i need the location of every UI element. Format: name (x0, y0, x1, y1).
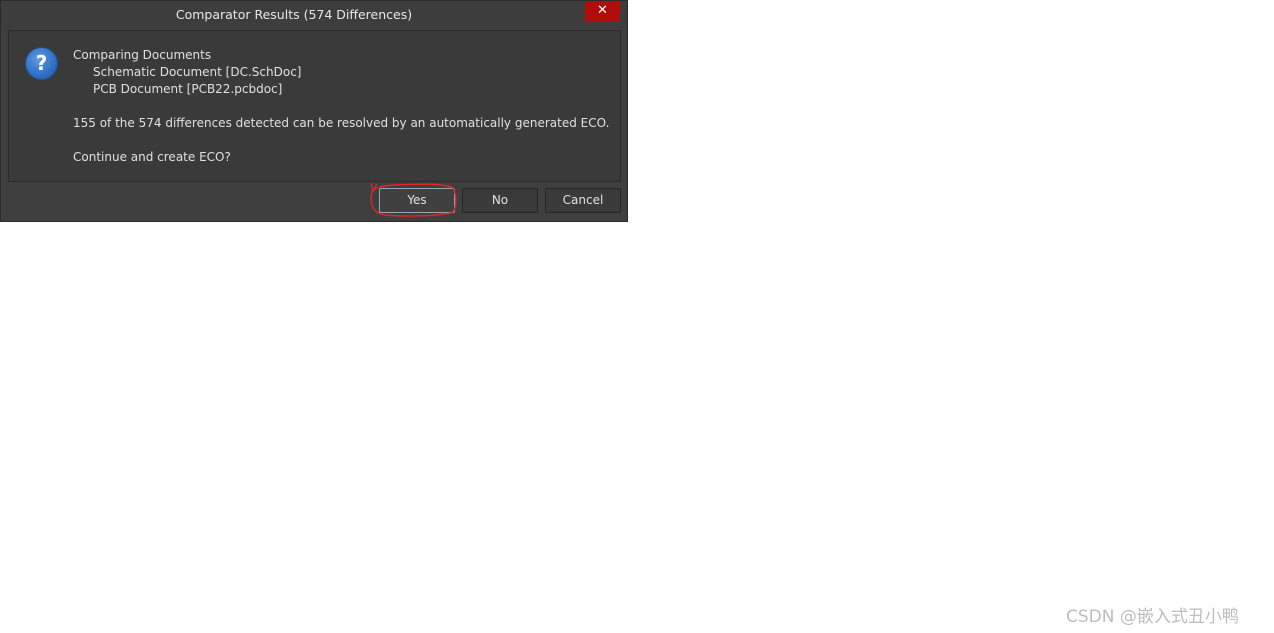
yes-button[interactable]: Yes (379, 188, 455, 213)
help-question-icon: ? (25, 47, 58, 80)
message-heading: Comparing Documents (73, 48, 212, 62)
schematic-document-line: Schematic Document [DC.SchDoc] (93, 65, 302, 79)
close-button[interactable]: ✕ (585, 1, 620, 21)
title-bar[interactable]: Comparator Results (574 Differences) ✕ (1, 1, 627, 29)
pcb-document-line: PCB Document [PCB22.pcbdoc] (93, 82, 283, 96)
csdn-watermark: CSDN @嵌入式丑小鸭 (1066, 607, 1239, 627)
message-panel: ? Comparing Documents Schematic Document… (8, 30, 621, 182)
close-icon: ✕ (597, 3, 608, 18)
comparator-results-dialog: Comparator Results (574 Differences) ✕ ?… (0, 0, 628, 222)
cancel-button[interactable]: Cancel (545, 188, 621, 213)
dialog-title: Comparator Results (574 Differences) (175, 7, 413, 22)
differences-summary: 155 of the 574 differences detected can … (73, 116, 610, 130)
no-button[interactable]: No (462, 188, 538, 213)
continue-question: Continue and create ECO? (73, 150, 231, 164)
